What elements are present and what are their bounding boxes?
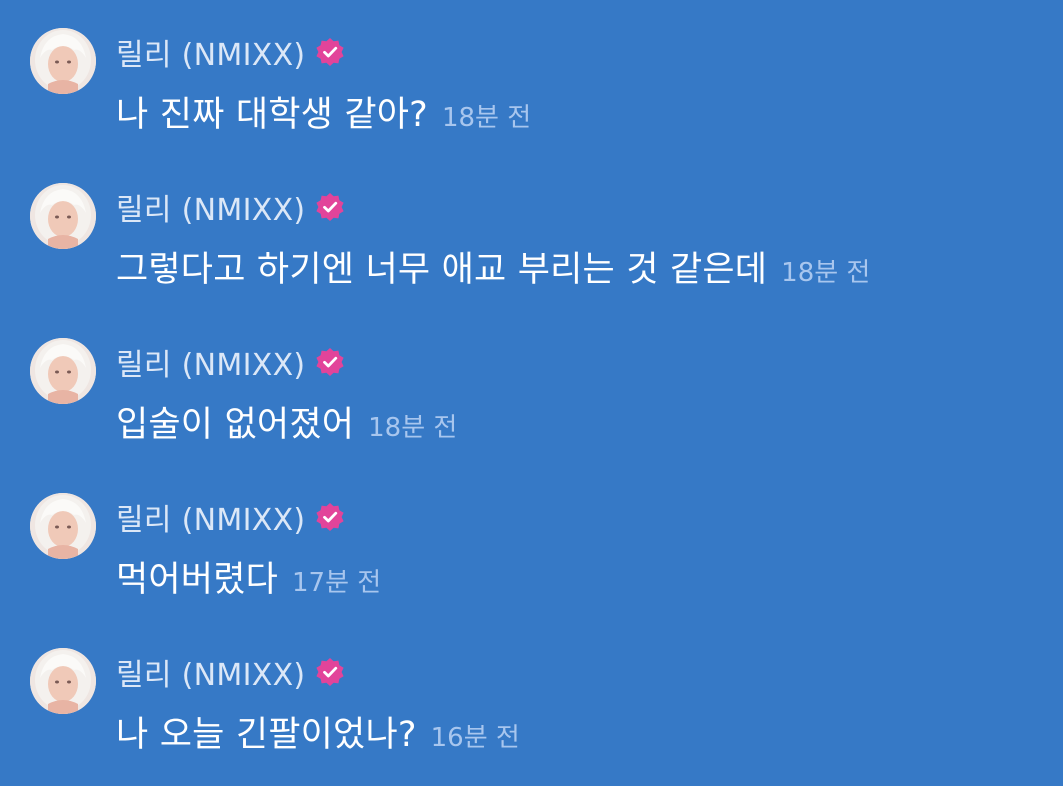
message-text: 그렇다고 하기엔 너무 애교 부리는 것 같은데 xyxy=(116,250,768,290)
sender-name[interactable]: 릴리 (NMIXX) xyxy=(116,185,305,229)
avatar[interactable] xyxy=(30,493,96,559)
sender-name[interactable]: 릴리 (NMIXX) xyxy=(116,30,305,74)
avatar[interactable] xyxy=(30,183,96,249)
sender-name[interactable]: 릴리 (NMIXX) xyxy=(116,340,305,384)
timestamp: 18분 전 xyxy=(781,258,871,288)
message-text: 나 진짜 대학생 같아? xyxy=(116,95,428,135)
verified-check-icon xyxy=(315,502,345,532)
timestamp: 17분 전 xyxy=(292,568,382,598)
chat-message[interactable]: 릴리 (NMIXX) 그렇다고 하기엔 너무 애교 부리는 것 같은데 18분 … xyxy=(0,183,1063,313)
message-row: 나 오늘 긴팔이었나? 16분 전 xyxy=(116,706,520,760)
chat-message[interactable]: 릴리 (NMIXX) 먹어버렸다 17분 전 xyxy=(0,493,1063,623)
message-row: 그렇다고 하기엔 너무 애교 부리는 것 같은데 18분 전 xyxy=(116,241,870,295)
message-row: 먹어버렸다 17분 전 xyxy=(116,551,381,605)
sender-name[interactable]: 릴리 (NMIXX) xyxy=(116,650,305,694)
verified-check-icon xyxy=(315,657,345,687)
timestamp: 18분 전 xyxy=(441,103,532,133)
message-text: 입술이 없어졌어 xyxy=(116,405,355,445)
message-row: 나 진짜 대학생 같아? 18분 전 xyxy=(116,86,531,140)
avatar[interactable] xyxy=(30,648,96,714)
verified-check-icon xyxy=(315,192,345,222)
sender-row: 릴리 (NMIXX) xyxy=(116,30,345,74)
sender-name[interactable]: 릴리 (NMIXX) xyxy=(116,495,305,539)
timestamp: 16분 전 xyxy=(430,723,520,753)
verified-check-icon xyxy=(315,37,345,67)
avatar[interactable] xyxy=(30,28,96,94)
timestamp: 18분 전 xyxy=(368,413,458,443)
sender-row: 릴리 (NMIXX) xyxy=(116,495,345,539)
chat-message[interactable]: 릴리 (NMIXX) 나 진짜 대학생 같아? 18분 전 xyxy=(0,28,1063,158)
message-text: 먹어버렸다 xyxy=(116,560,279,600)
chat-message[interactable]: 릴리 (NMIXX) 나 오늘 긴팔이었나? 16분 전 xyxy=(0,648,1063,778)
chat-list: 릴리 (NMIXX) 나 진짜 대학생 같아? 18분 전 릴리 (NMIXX)… xyxy=(0,0,1063,786)
sender-row: 릴리 (NMIXX) xyxy=(116,650,345,694)
message-text: 나 오늘 긴팔이었나? xyxy=(116,715,417,755)
avatar[interactable] xyxy=(30,338,96,404)
chat-message[interactable]: 릴리 (NMIXX) 입술이 없어졌어 18분 전 xyxy=(0,338,1063,468)
verified-check-icon xyxy=(315,347,345,377)
sender-row: 릴리 (NMIXX) xyxy=(116,340,345,384)
message-row: 입술이 없어졌어 18분 전 xyxy=(116,396,457,450)
sender-row: 릴리 (NMIXX) xyxy=(116,185,345,229)
